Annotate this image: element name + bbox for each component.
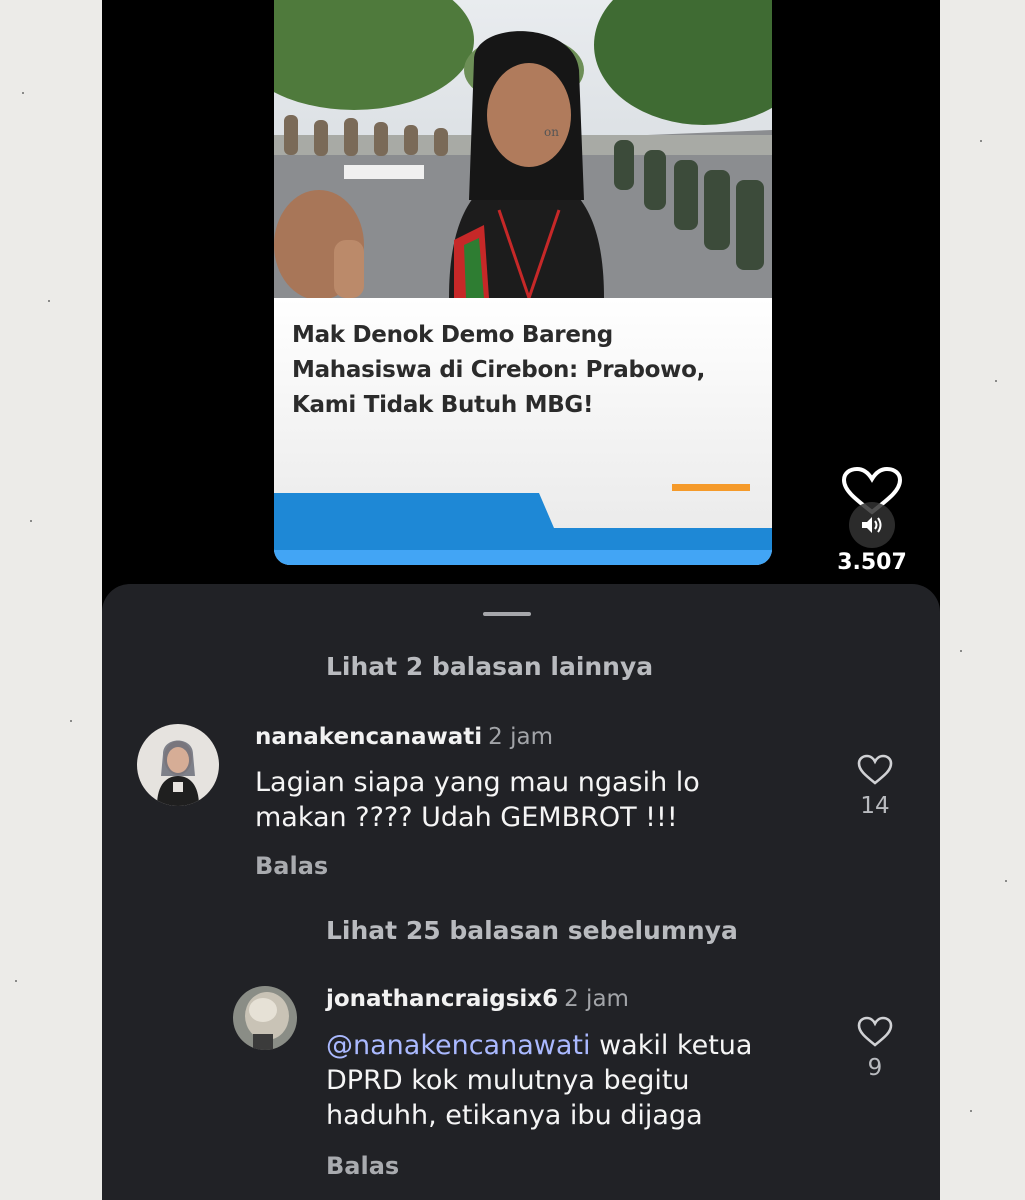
headline-card: Mak Denok Demo Bareng Mahasiswa di Cireb… (274, 298, 772, 565)
volume-icon[interactable] (849, 502, 895, 548)
comment-mention[interactable]: @nanakencanawati (326, 1030, 590, 1061)
comment-username[interactable]: jonathancraigsix6 (326, 986, 558, 1012)
view-more-replies-link[interactable]: Lihat 2 balasan lainnya (326, 652, 653, 681)
comment-time: 2 jam (564, 986, 629, 1012)
comment-like-count: 9 (867, 1055, 883, 1081)
heart-outline-icon (857, 1016, 893, 1047)
reel-video[interactable]: on Mak Denok Demo Bareng Mahasiswa di Ci… (274, 0, 772, 565)
video-thumbnail (274, 0, 772, 298)
reply-button[interactable]: Balas (326, 1152, 399, 1180)
phone-screen: on Mak Denok Demo Bareng Mahasiswa di Ci… (102, 0, 940, 1200)
video-watermark: on (544, 125, 559, 139)
comment-like-count: 14 (860, 793, 890, 819)
avatar[interactable] (233, 986, 297, 1050)
comment-username[interactable]: nanakencanawati (255, 724, 482, 750)
comment-like-button[interactable]: 9 (850, 1016, 900, 1081)
comment-time: 2 jam (488, 724, 553, 750)
comments-sheet: Lihat 2 balasan lainnya nanakencanawati 2… (102, 584, 940, 1200)
view-previous-replies-link[interactable]: Lihat 25 balasan sebelumnya (326, 916, 738, 945)
heart-outline-icon (857, 754, 893, 785)
comment-header: nanakencanawati 2 jam (255, 724, 553, 750)
comment-text: @nanakencanawati wakil ketua DPRD kok mu… (326, 1028, 806, 1133)
reel-actions: 3.507 (832, 466, 912, 586)
reel-like-count: 3.507 (837, 550, 907, 575)
avatar[interactable] (137, 724, 219, 806)
reply-button[interactable]: Balas (255, 852, 328, 880)
comment-header: jonathancraigsix6 2 jam (326, 986, 629, 1012)
banner-decoration (274, 484, 772, 565)
comment-like-button[interactable]: 14 (850, 754, 900, 819)
sheet-drag-handle[interactable] (483, 612, 531, 616)
comment-text: Lagian siapa yang mau ngasih lo makan ??… (255, 767, 700, 833)
